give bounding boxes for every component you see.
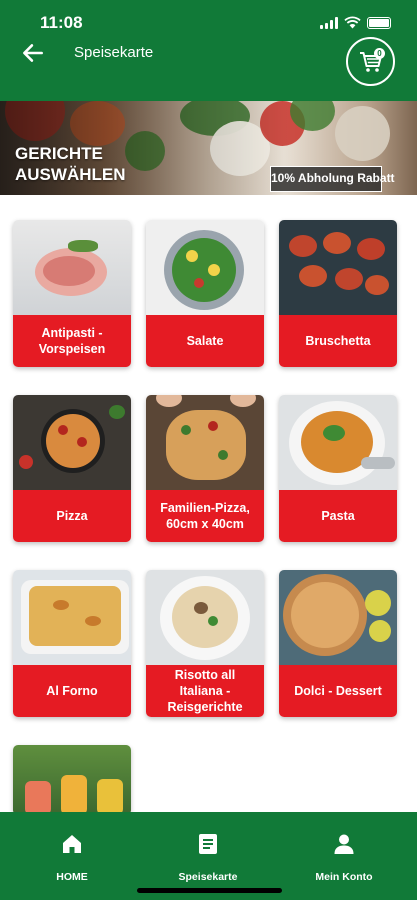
category-grid: Antipasti - Vorspeisen Salate Bruschetta xyxy=(0,195,417,812)
bottom-navigation: HOME Speisekarte Mein Konto xyxy=(0,812,417,900)
cellular-signal-icon xyxy=(320,16,338,29)
category-label: Pasta xyxy=(279,490,397,542)
hero-title: Gerichte auswählen xyxy=(15,144,126,184)
category-label: Antipasti - Vorspeisen xyxy=(13,315,131,367)
category-tile-pizza[interactable]: Pizza xyxy=(13,395,131,542)
nav-account[interactable]: Mein Konto xyxy=(294,832,394,883)
category-tile-salate[interactable]: Salate xyxy=(146,220,264,367)
nav-home[interactable]: HOME xyxy=(22,832,122,883)
hero-banner: Gerichte auswählen 10% Abholung Rabatt xyxy=(0,101,417,195)
salate-image xyxy=(146,220,264,315)
category-label: Familien-Pizza, 60cm x 40cm xyxy=(146,490,264,542)
category-tile-pasta[interactable]: Pasta xyxy=(279,395,397,542)
nav-home-label: HOME xyxy=(56,871,88,883)
wifi-icon xyxy=(344,16,361,29)
home-icon xyxy=(63,835,81,853)
bruschetta-image xyxy=(279,220,397,315)
category-label: Risotto all Italiana - Reisgerichte xyxy=(146,665,264,717)
category-label: Al Forno xyxy=(13,665,131,717)
category-label: Bruschetta xyxy=(279,315,397,367)
nav-menu-label: Speisekarte xyxy=(178,871,238,883)
category-tile-bruschetta[interactable]: Bruschetta xyxy=(279,220,397,367)
familien-pizza-image xyxy=(146,395,264,490)
status-icons xyxy=(320,16,391,29)
menu-list-icon xyxy=(199,834,217,854)
pasta-image xyxy=(279,395,397,490)
back-arrow-icon[interactable] xyxy=(20,40,46,66)
category-label: Pizza xyxy=(13,490,131,542)
category-tile-risotto[interactable]: Risotto all Italiana - Reisgerichte xyxy=(146,570,264,717)
status-time: 11:08 xyxy=(40,13,83,32)
user-icon xyxy=(334,834,354,854)
nav-menu[interactable]: Speisekarte xyxy=(158,832,258,883)
cart-button[interactable]: 0 xyxy=(346,37,395,86)
pizza-image xyxy=(13,395,131,490)
category-tile-dolci[interactable]: Dolci - Dessert xyxy=(279,570,397,717)
category-label: Salate xyxy=(146,315,264,367)
home-indicator[interactable] xyxy=(137,888,282,893)
category-label: Dolci - Dessert xyxy=(279,665,397,717)
antipasti-image xyxy=(13,220,131,315)
dolci-image xyxy=(279,570,397,665)
category-tile-familien-pizza[interactable]: Familien-Pizza, 60cm x 40cm xyxy=(146,395,264,542)
drinks-image xyxy=(13,745,131,812)
discount-badge: 10% Abholung Rabatt xyxy=(270,166,395,192)
al-forno-image xyxy=(13,570,131,665)
category-tile-antipasti[interactable]: Antipasti - Vorspeisen xyxy=(13,220,131,367)
battery-icon xyxy=(367,16,391,29)
category-tile-drinks[interactable] xyxy=(13,745,131,812)
risotto-image xyxy=(146,570,264,665)
top-app-bar: 11:08 Speisekarte 0 xyxy=(0,0,417,101)
category-tile-al-forno[interactable]: Al Forno xyxy=(13,570,131,717)
page-title: Speisekarte xyxy=(74,44,154,61)
cart-count-badge: 0 xyxy=(374,48,385,59)
nav-account-label: Mein Konto xyxy=(315,871,373,883)
